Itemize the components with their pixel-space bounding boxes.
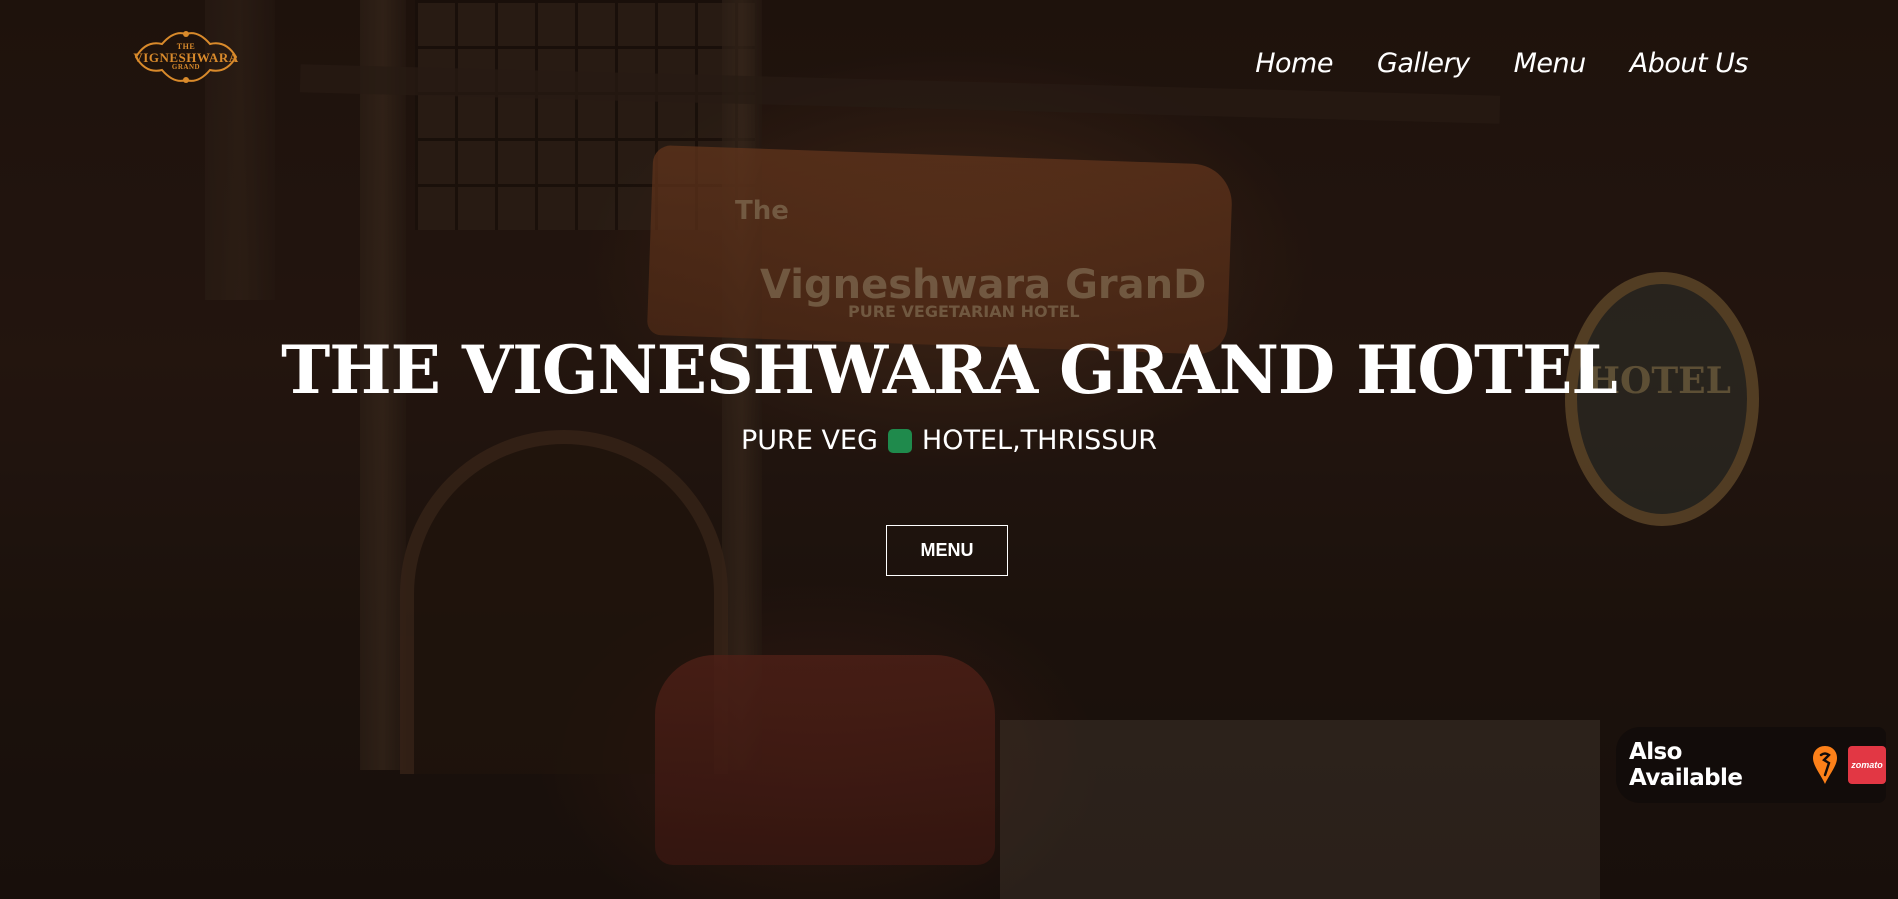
subtitle-pure-veg: PURE VEG (741, 425, 878, 456)
also-available-label: Also Available (1629, 739, 1743, 791)
logo-wordmark: THE VIGNESHWARA GRAND (133, 43, 238, 71)
veg-indicator-icon (887, 428, 912, 453)
hero-title: THE VIGNESHWARA GRAND HOTEL (281, 331, 1618, 409)
nav-menu-link[interactable]: Menu (1514, 48, 1587, 79)
subtitle-location: HOTEL,THRISSUR (921, 425, 1157, 456)
menu-button[interactable]: MENU (886, 525, 1008, 576)
hero-subtitle: PURE VEG HOTEL,THRISSUR (0, 425, 1898, 456)
main-nav: Home Gallery Menu About Us (1255, 48, 1748, 79)
nav-gallery-link[interactable]: Gallery (1377, 48, 1470, 79)
swiggy-icon[interactable] (1812, 745, 1838, 785)
brand-logo[interactable]: THE VIGNESHWARA GRAND (132, 26, 240, 88)
zomato-icon[interactable]: zomato (1848, 746, 1886, 784)
also-available-badge: Also Available zomato (1616, 727, 1886, 803)
hero-section: The Vigneshwara GranD PURE VEGETARIAN HO… (0, 0, 1898, 899)
nav-home-link[interactable]: Home (1255, 48, 1333, 79)
logo-bottom-text: GRAND (171, 63, 201, 71)
nav-about-link[interactable]: About Us (1630, 48, 1749, 79)
